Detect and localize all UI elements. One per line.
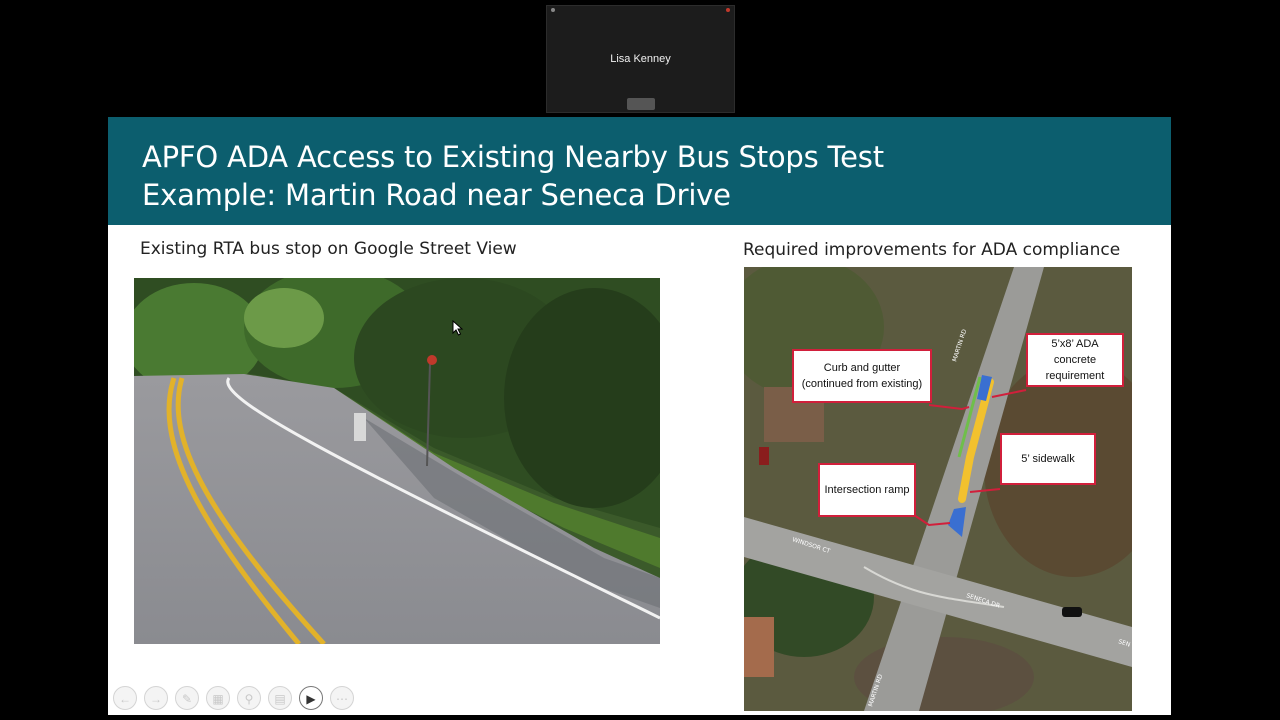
- participant-video-tile[interactable]: Lisa Kenney: [546, 5, 735, 113]
- presentation-slide: APFO ADA Access to Existing Nearby Bus S…: [108, 117, 1171, 715]
- slides-grid-icon[interactable]: ▦: [206, 686, 230, 710]
- next-slide-icon[interactable]: →: [144, 686, 168, 710]
- slide-title-line2: Example: Martin Road near Seneca Drive: [142, 178, 731, 212]
- slide-header: APFO ADA Access to Existing Nearby Bus S…: [108, 117, 1171, 225]
- recording-indicator-icon: [726, 8, 730, 12]
- pen-icon[interactable]: ✎: [175, 686, 199, 710]
- tile-indicator-icon: [551, 8, 555, 12]
- label-sidewalk: 5’ sidewalk: [1000, 433, 1096, 485]
- aerial-caption: Required improvements for ADA compliance: [743, 240, 1121, 260]
- street-view-caption: Existing RTA bus stop on Google Street V…: [140, 239, 517, 259]
- label-curb-gutter: Curb and gutter (continued from existing…: [792, 349, 932, 403]
- more-icon[interactable]: ⋯: [330, 686, 354, 710]
- slide-title: APFO ADA Access to Existing Nearby Bus S…: [142, 138, 884, 214]
- label-ada-pad: 5’x8’ ADA concrete requirement: [1026, 333, 1124, 387]
- mouse-cursor-icon: [452, 320, 464, 336]
- presentation-toolbar: ← → ✎ ▦ ⚲ ▤ ▶ ⋯: [113, 686, 354, 710]
- aerial-map: MARTIN RD WINDSOR CT SENECA DR MARTIN RD…: [744, 267, 1132, 711]
- slide-title-line1: APFO ADA Access to Existing Nearby Bus S…: [142, 140, 884, 174]
- camera-icon[interactable]: ▶: [299, 686, 323, 710]
- zoom-icon[interactable]: ⚲: [237, 686, 261, 710]
- participant-name: Lisa Kenney: [610, 53, 671, 65]
- street-view-photo: [134, 278, 660, 644]
- participant-mini-badge: [627, 98, 655, 110]
- label-intersection-ramp: Intersection ramp: [818, 463, 916, 517]
- previous-slide-icon[interactable]: ←: [113, 686, 137, 710]
- subtitles-icon[interactable]: ▤: [268, 686, 292, 710]
